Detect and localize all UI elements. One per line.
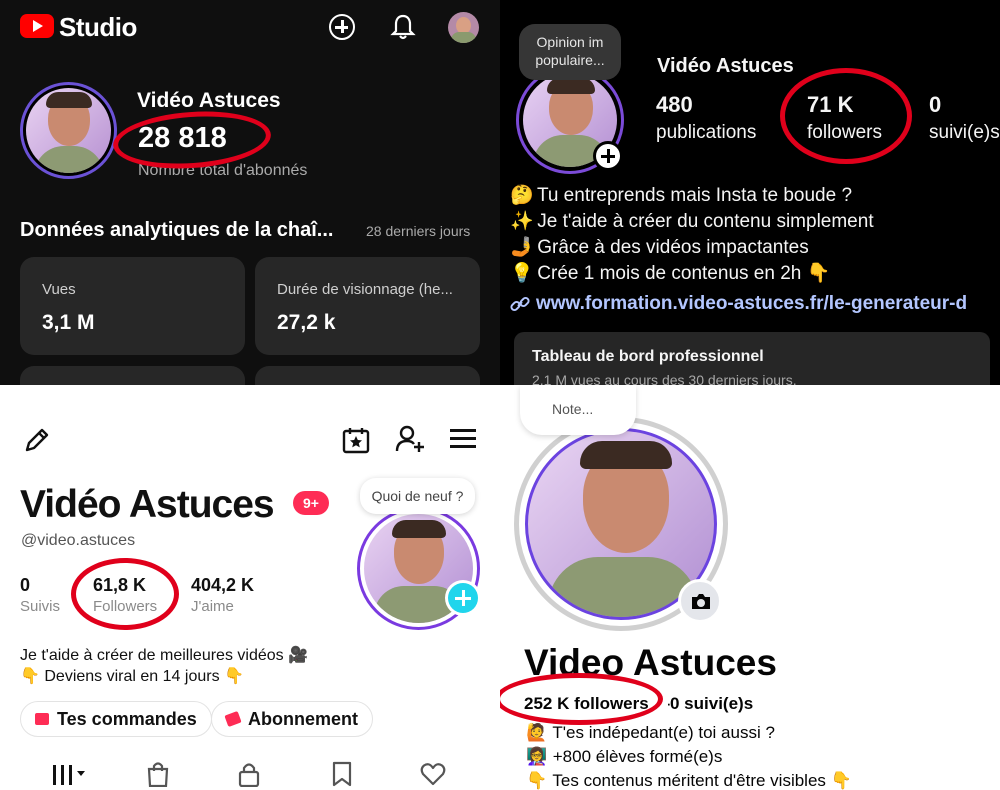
instagram-panel: Opinion im populaire... Vidéo Astuces 48… <box>500 0 1000 385</box>
notification-badge[interactable]: 9+ <box>293 491 329 515</box>
likes-label: J'aime <box>191 598 234 615</box>
bio: 🙋 T'es indépedant(e) toi aussi ? 👩‍🏫 +80… <box>526 721 852 790</box>
link-icon <box>510 296 530 312</box>
subscription-icon <box>224 710 242 728</box>
dashboard-title: Tableau de bord professionnel <box>532 348 764 365</box>
bio-line: ✨ Je t'aide à créer du contenu simplemen… <box>510 211 874 232</box>
liked-tab-icon[interactable] <box>420 762 446 786</box>
following-label: suivi(e)s <box>929 122 1000 143</box>
analytics-card-4[interactable] <box>255 366 480 385</box>
orders-button[interactable]: Tes commandes <box>20 701 212 737</box>
analytics-period: 28 derniers jours <box>366 223 471 239</box>
add-story-button[interactable] <box>445 580 481 616</box>
channel-name: Vidéo Astuces <box>137 89 281 112</box>
edit-pencil-icon[interactable] <box>22 425 52 455</box>
videos-tab-icon[interactable] <box>53 763 85 785</box>
bio-line: Je t'aide à créer de meilleures vidéos 🎥 <box>20 647 308 664</box>
views-label: Vues <box>42 281 76 298</box>
camera-icon <box>692 594 710 609</box>
highlight-circle <box>500 673 663 725</box>
add-friend-icon[interactable] <box>394 423 426 455</box>
bio: 🤔 Tu entreprends mais Insta te boude ? ✨… <box>510 183 874 287</box>
bio-line: 🤔 Tu entreprends mais Insta te boude ? <box>510 185 853 206</box>
watch-time-label: Durée de visionnage (he... <box>277 281 453 298</box>
shopping-bag-icon <box>35 713 49 725</box>
following-count: 0 <box>20 575 31 595</box>
calendar-star-icon[interactable] <box>341 425 371 455</box>
posts-label: publications <box>656 122 757 143</box>
profile-handle: @video.astuces <box>21 532 136 549</box>
youtube-studio-panel: Studio Vidéo Astuces 28 818 Nombre total… <box>0 0 500 385</box>
bio-line: 🙋 T'es indépedant(e) toi aussi ? <box>526 723 775 742</box>
orders-label: Tes commandes <box>57 708 197 729</box>
bio-line: 👇 Tes contenus méritent d'être visibles … <box>526 771 852 790</box>
analytics-title[interactable]: Données analytiques de la chaî... <box>20 219 333 242</box>
create-icon[interactable] <box>329 14 355 40</box>
watch-time-value: 27,2 k <box>277 311 336 334</box>
bio-line: 💡 Crée 1 mois de contenus en 2h 👇 <box>510 263 831 284</box>
analytics-card-3[interactable] <box>20 366 245 385</box>
posts-count: 480 <box>656 92 693 117</box>
profile-link[interactable]: www.formation.video-astuces.fr/le-genera… <box>536 293 967 315</box>
dashboard-subtitle: 2,1 M vues au cours des 30 derniers jour… <box>532 372 797 385</box>
studio-brand: Studio <box>59 12 137 42</box>
bio-line: 👩‍🏫 +800 élèves formé(e)s <box>526 747 723 766</box>
notifications-bell-icon[interactable] <box>390 13 416 41</box>
following-label: Suivis <box>20 598 61 615</box>
shop-tab-icon[interactable] <box>146 761 170 787</box>
posts-stat[interactable]: 480 publications <box>656 92 756 144</box>
saved-tab-icon[interactable] <box>331 761 353 787</box>
subscription-label: Abonnement <box>248 708 358 729</box>
professional-dashboard[interactable]: Tableau de bord professionnel 2,1 M vues… <box>514 332 990 385</box>
following-stat[interactable]: 0 Suivis <box>20 575 60 615</box>
note-bubble[interactable]: Quoi de neuf ? <box>360 478 475 514</box>
bio: Je t'aide à créer de meilleures vidéos 🎥… <box>20 645 308 687</box>
subscription-button[interactable]: Abonnement <box>211 701 373 737</box>
watch-time-card[interactable]: Durée de visionnage (he... 27,2 k <box>255 257 480 355</box>
channel-avatar[interactable] <box>20 82 117 179</box>
camera-button[interactable] <box>678 579 722 623</box>
bio-line: 👇 Deviens viral en 14 jours 👇 <box>20 668 244 685</box>
following-stat[interactable]: 0 suivi(e)s <box>929 92 1000 144</box>
note-bubble[interactable]: Note... <box>520 385 636 435</box>
add-story-button[interactable] <box>593 141 623 171</box>
following-count: 0 <box>929 92 942 117</box>
views-value: 3,1 M <box>42 311 95 334</box>
tiktok-panel: Vidéo Astuces 9+ @video.astuces Quoi de … <box>0 385 500 790</box>
likes-stat[interactable]: 404,2 K J'aime <box>191 575 254 615</box>
highlight-circle <box>71 558 179 630</box>
youtube-logo-icon <box>20 14 54 38</box>
bio-line: 🤳 Grâce à des vidéos impactantes <box>510 237 809 258</box>
note-bubble[interactable]: Opinion im populaire... <box>519 24 621 80</box>
highlight-circle <box>780 68 912 164</box>
profile-name: Vidéo Astuces <box>657 55 794 77</box>
likes-count: 404,2 K <box>191 575 255 595</box>
profile-name: Vidéo Astuces <box>20 483 275 526</box>
views-card[interactable]: Vues 3,1 M <box>20 257 245 355</box>
following-count[interactable]: 0 suivi(e)s <box>670 694 753 714</box>
menu-icon[interactable] <box>450 429 476 449</box>
private-tab-icon[interactable] <box>237 761 261 787</box>
facebook-panel: Note... Video Astuces 252 K followers · … <box>500 385 1000 790</box>
account-avatar[interactable] <box>448 12 479 43</box>
